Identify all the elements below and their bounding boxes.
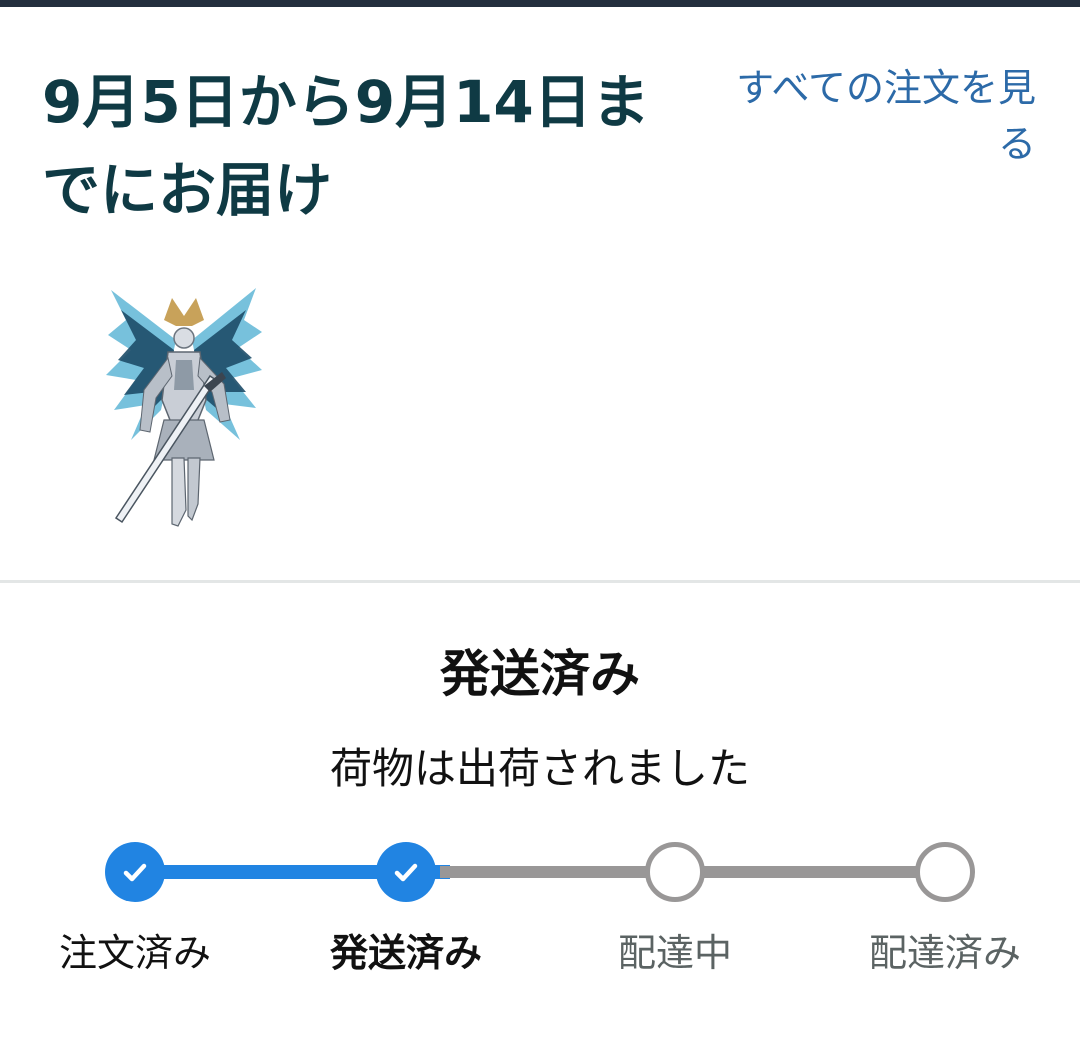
shipment-status-message: 荷物は出荷されました [329, 744, 750, 793]
step-delivered-node [915, 842, 975, 902]
delivery-date-title: 9月5日から9月14日までにお届け [42, 68, 650, 224]
product-figure-image [106, 288, 262, 527]
step-label-ordered: 注文済み [58, 931, 211, 975]
shipment-status-title: 発送済み [440, 645, 640, 703]
product-thumbnail[interactable] [106, 280, 262, 528]
step-shipped-node [376, 842, 436, 902]
check-icon [394, 863, 418, 882]
top-bar [0, 0, 1080, 7]
step-in-transit-node [645, 842, 705, 902]
step-label-shipped: 発送済み [329, 931, 482, 975]
section-divider [0, 580, 1080, 583]
shipment-progress-tracker: 注文済み 発送済み 配達中 配達済み [0, 830, 1080, 1030]
check-icon [123, 863, 147, 882]
view-all-orders-link[interactable]: すべての注文を見る [736, 60, 1036, 172]
step-label-delivered: 配達済み [868, 931, 1021, 975]
step-ordered-node [105, 842, 165, 902]
step-label-in-transit: 配達中 [617, 931, 732, 975]
